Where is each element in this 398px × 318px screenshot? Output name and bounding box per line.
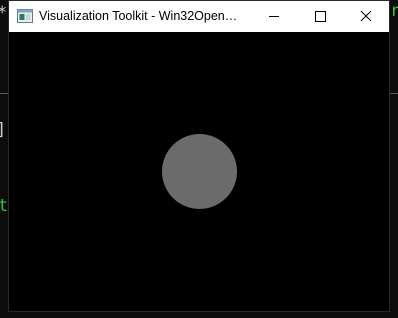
- terminal-glyph-bracket: ]: [0, 122, 6, 139]
- minimize-icon: [269, 16, 279, 17]
- window-title: Visualization Toolkit - Win32Open…: [39, 9, 238, 23]
- maximize-button[interactable]: [297, 1, 343, 32]
- terminal-divider-left: [0, 93, 8, 94]
- render-viewport[interactable]: [9, 32, 389, 311]
- vtk-window: Visualization Toolkit - Win32Open…: [8, 0, 390, 312]
- close-button[interactable]: [343, 1, 389, 32]
- maximize-icon: [315, 11, 326, 22]
- close-icon: [360, 10, 372, 22]
- vtk-app-icon[interactable]: [17, 9, 33, 23]
- minimize-button[interactable]: [251, 1, 297, 32]
- sphere-actor[interactable]: [162, 134, 237, 209]
- terminal-glyph-t: t: [0, 196, 9, 216]
- terminal-glyph-r: r: [390, 1, 398, 21]
- terminal-glyph-star: *: [0, 5, 7, 22]
- terminal-divider-right: [390, 93, 398, 94]
- title-bar[interactable]: Visualization Toolkit - Win32Open…: [9, 1, 389, 32]
